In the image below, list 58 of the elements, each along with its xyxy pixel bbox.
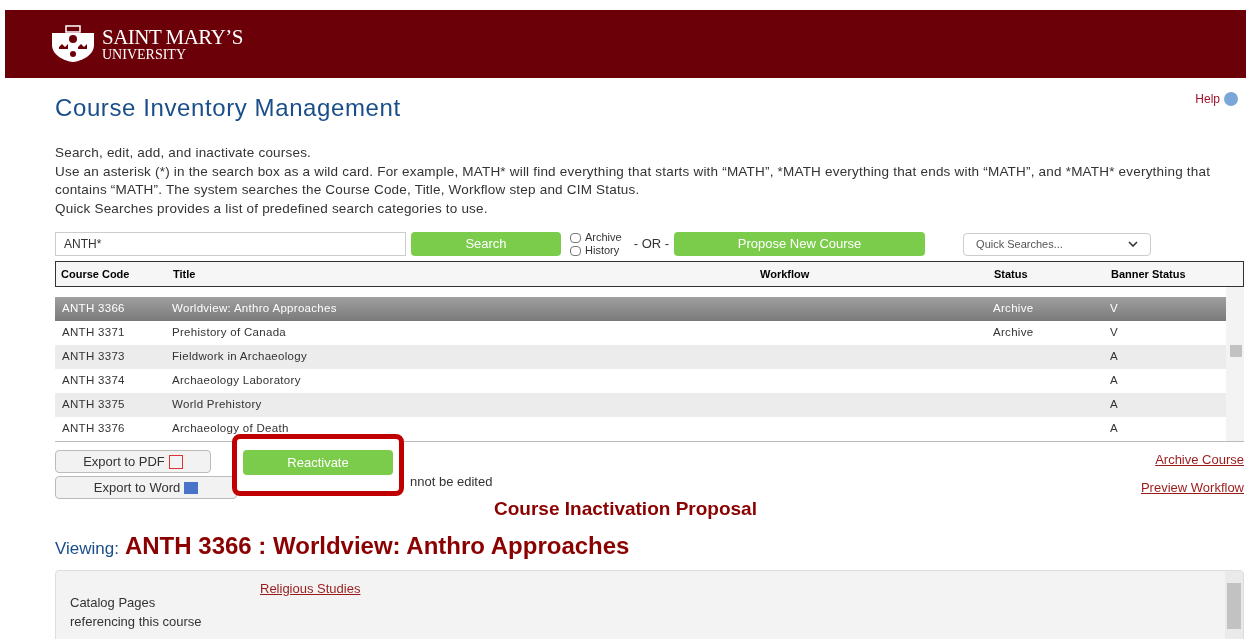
table-cell-text: ANTH 3374 (61, 373, 126, 389)
help-icon (1224, 92, 1238, 106)
intro-text: Quick Searches provides a list of predefined search categories to use. (55, 199, 489, 218)
quick-searches-dropdown[interactable]: Quick Searches... (963, 232, 1152, 256)
catalog-label: Catalog Pages referencing this course (70, 593, 203, 631)
table-row[interactable]: ANTH 3375 World Prehistory A (55, 393, 1226, 417)
checkbox[interactable] (570, 245, 581, 256)
table-cell-text: World Prehistory (172, 397, 263, 413)
table-cell-text: A (1110, 421, 1118, 437)
scrollbar[interactable] (1225, 570, 1243, 639)
crest-icon (50, 25, 96, 63)
intro-text: Search, edit, add, and inactivate courses. (55, 144, 313, 162)
help-link[interactable]: Help (1195, 90, 1238, 108)
column-header[interactable]: Title (173, 265, 760, 283)
logo-wordmark: SAINT MARY’S (102, 26, 243, 48)
viewing-label: Viewing: (55, 537, 119, 560)
page-title: Course Inventory Management (55, 93, 401, 123)
table-cell-text: V (1110, 325, 1118, 341)
checkbox-label: History (585, 244, 620, 257)
table-cell-text: Worldview: Anthro Approaches (172, 301, 338, 317)
intro-text: Use an asterisk (*) in the search box as a wild card. For example, MATH* will find everything that starts with “MATH”, *MATH everything that ends with “MATH”, and *MATH* everything that contains “MATH”. The system searches the Course Code, Title, Workflow step and CIM Status. (55, 162, 1212, 199)
course-heading: ANTH 3366 : Worldview: Anthro Approaches (124, 530, 630, 561)
search-field[interactable]: ANTH* (55, 232, 406, 256)
note-text: nnot be edited (410, 475, 493, 489)
table-row[interactable]: ANTH 3373 Fieldwork in Archaeology A (55, 345, 1226, 369)
table-cell-text: V (1110, 301, 1118, 317)
logo-subtitle: UNIVERSITY (102, 47, 187, 62)
column-header[interactable]: Workflow (760, 265, 994, 283)
catalog-link[interactable]: Religious Studies (260, 578, 361, 598)
table-cell-text: Prehistory of Canada (172, 325, 288, 341)
table-cell-text: Archaeology of Death (172, 421, 290, 437)
preview-workflow-link[interactable]: Preview Workflow (1140, 477, 1244, 497)
checkbox[interactable] (570, 232, 581, 243)
column-header[interactable]: Status (994, 265, 1111, 283)
table-cell-text: ANTH 3375 (61, 397, 126, 413)
table-cell-text: ANTH 3376 (61, 421, 126, 437)
table-cell-text: Archive (993, 301, 1035, 317)
or-separator: - OR - (633, 235, 670, 254)
archive-course-link[interactable]: Archive Course (1155, 450, 1244, 470)
chevron-down-icon (1128, 241, 1139, 247)
table-cell-text: ANTH 3366 (61, 301, 126, 317)
checkbox-label: Archive (585, 231, 622, 244)
table-cell-text: Archaeology Laboratory (172, 373, 302, 389)
table-cell-text: ANTH 3371 (61, 325, 126, 341)
table-cell-text: A (1110, 373, 1118, 389)
document-icon (184, 481, 199, 494)
table-cell-text: A (1110, 397, 1118, 413)
table-cell-text: ANTH 3373 (61, 349, 126, 365)
column-header[interactable]: Banner Status (1111, 265, 1186, 283)
export-pdf-button[interactable]: Export to PDF (55, 450, 211, 473)
export-word-button[interactable]: Export to Word (55, 476, 237, 499)
column-header[interactable]: Course Code (56, 265, 173, 283)
pdf-icon (168, 454, 183, 469)
scrollbar[interactable] (1226, 287, 1244, 441)
table-cell-text: Archive (993, 325, 1035, 341)
proposal-heading: Course Inactivation Proposal (494, 497, 757, 521)
table-cell-text: Fieldwork in Archaeology (172, 349, 309, 365)
table-cell-text: A (1110, 349, 1118, 365)
